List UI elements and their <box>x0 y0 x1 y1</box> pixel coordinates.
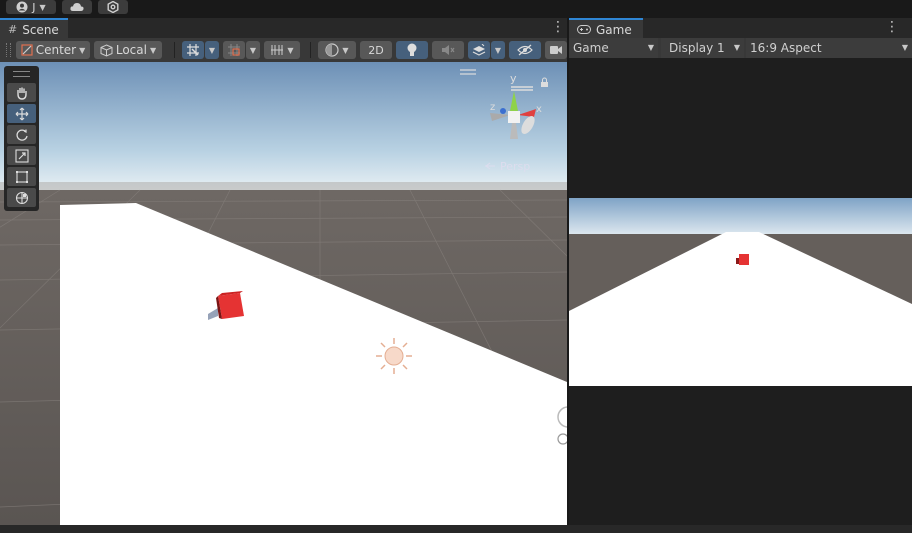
game-more-icon[interactable]: ⋮ <box>885 20 899 34</box>
tab-game-label: Game <box>596 22 632 37</box>
chevron-down-icon: ▼ <box>287 45 294 55</box>
chevron-down-icon: ▼ <box>647 43 654 52</box>
grid-snap-icon <box>187 44 199 56</box>
scene-toolbar: Center ▼ Local ▼ ▼ ▼ ▼ ▼ 2D ▼ <box>0 38 567 62</box>
pivot-mode-label: Center <box>35 43 77 57</box>
palette-grip-icon <box>13 71 30 77</box>
display-dropdown[interactable]: Display 1 ▼ <box>661 38 744 58</box>
game-mode-label: Game <box>573 41 609 55</box>
gizmo-y-label: y <box>510 72 517 85</box>
rotate-icon <box>15 129 28 141</box>
hand-icon <box>16 87 27 100</box>
pivot-rotation-label: Local <box>115 43 147 57</box>
lightbulb-icon <box>407 43 417 56</box>
effects-dropdown[interactable]: ▼ <box>491 41 505 59</box>
display-label: Display 1 <box>669 41 725 55</box>
game-viewport[interactable] <box>569 198 912 386</box>
projection-label: Persp <box>500 160 530 173</box>
toolbar-divider <box>174 42 175 58</box>
toolbar-grip-icon <box>6 43 11 57</box>
gizmo-x-label: x <box>536 104 542 115</box>
lighting-toggle[interactable] <box>396 41 428 59</box>
scale-tool-button[interactable] <box>7 146 36 165</box>
chevron-down-icon: ▼ <box>79 45 86 55</box>
chevron-down-icon: ▼ <box>208 45 216 55</box>
transform-icon <box>15 191 28 204</box>
account-label: J <box>32 0 36 14</box>
pivot-mode-dropdown[interactable]: Center ▼ <box>16 41 90 59</box>
rotate-tool-button[interactable] <box>7 125 36 144</box>
game-tab-bar: Game ⋮ <box>569 18 912 39</box>
hand-tool-button[interactable] <box>7 83 36 102</box>
eye-slash-icon <box>517 44 533 56</box>
chevron-down-icon: ▼ <box>249 45 257 55</box>
grid-visibility-dropdown[interactable]: ▼ <box>264 41 300 59</box>
scene-viewport[interactable]: y x z Persp <box>0 62 567 525</box>
scene-3d-view: y x z Persp <box>0 62 567 525</box>
top-toolbar: J ▼ <box>0 0 912 18</box>
chevron-down-icon: ▼ <box>733 43 740 52</box>
cloud-icon <box>70 3 84 11</box>
tab-game[interactable]: Game <box>569 18 643 39</box>
tool-palette <box>4 66 39 211</box>
chevron-down-icon: ▼ <box>342 45 349 55</box>
aspect-label: 16:9 Aspect <box>750 41 822 55</box>
cube-local-icon <box>100 43 113 57</box>
grid-snap-dropdown[interactable]: ▼ <box>205 41 219 59</box>
tab-scene-label: Scene <box>22 22 59 37</box>
chevron-down-icon: ▼ <box>494 45 502 55</box>
chevron-down-icon: ▼ <box>149 45 157 55</box>
sun-icon <box>376 338 412 374</box>
camera-dropdown[interactable] <box>545 41 567 59</box>
increment-snap-dropdown[interactable]: ▼ <box>246 41 260 59</box>
bottom-panel-strip <box>0 525 912 533</box>
grid-snap-toggle[interactable] <box>182 41 204 59</box>
rect-tool-button[interactable] <box>7 167 36 186</box>
pivot-center-icon <box>21 44 33 56</box>
grid-icon: # <box>8 23 18 36</box>
toolbar-divider <box>310 42 311 58</box>
settings-button[interactable] <box>98 0 128 14</box>
hidden-objects-toggle[interactable] <box>509 41 541 59</box>
account-dropdown[interactable]: J ▼ <box>6 0 56 14</box>
effects-toggle[interactable] <box>468 41 490 59</box>
scene-tab-bar: # Scene ⋮ <box>0 18 567 39</box>
game-mode-dropdown[interactable]: Game ▼ <box>569 38 658 58</box>
speaker-muted-icon <box>442 45 455 55</box>
mode-2d-label: 2D <box>368 43 384 57</box>
transform-tool-button[interactable] <box>7 188 36 207</box>
move-tool-button[interactable] <box>7 104 36 123</box>
scale-icon <box>14 148 29 163</box>
gamepad-icon <box>577 25 591 34</box>
game-toolbar: Game ▼ Display 1 ▼ 16:9 Aspect ▼ <box>569 38 912 58</box>
aspect-dropdown[interactable]: 16:9 Aspect ▼ <box>746 38 912 58</box>
audio-toggle[interactable] <box>432 41 464 59</box>
cloud-button[interactable] <box>62 0 92 14</box>
shading-sphere-icon <box>325 43 340 57</box>
gear-icon <box>107 1 119 13</box>
account-icon <box>16 1 28 13</box>
mode-2d-toggle[interactable]: 2D <box>360 41 392 59</box>
effects-layers-icon <box>472 44 486 56</box>
camera-icon <box>550 46 562 54</box>
shading-mode-dropdown[interactable]: ▼ <box>318 41 356 59</box>
rect-transform-icon <box>15 170 28 183</box>
pivot-rotation-dropdown[interactable]: Local ▼ <box>94 41 162 59</box>
increment-snap-toggle[interactable] <box>223 41 245 59</box>
scene-more-icon[interactable]: ⋮ <box>551 20 565 34</box>
gizmo-z-label: z <box>490 102 495 113</box>
chevron-down-icon: ▼ <box>901 43 908 52</box>
increment-snap-icon <box>228 44 240 56</box>
tab-scene[interactable]: # Scene <box>0 18 68 39</box>
grid-visibility-icon <box>271 45 284 55</box>
move-arrows-icon <box>15 107 28 120</box>
game-render <box>569 198 912 386</box>
chevron-down-icon: ▼ <box>39 2 46 12</box>
